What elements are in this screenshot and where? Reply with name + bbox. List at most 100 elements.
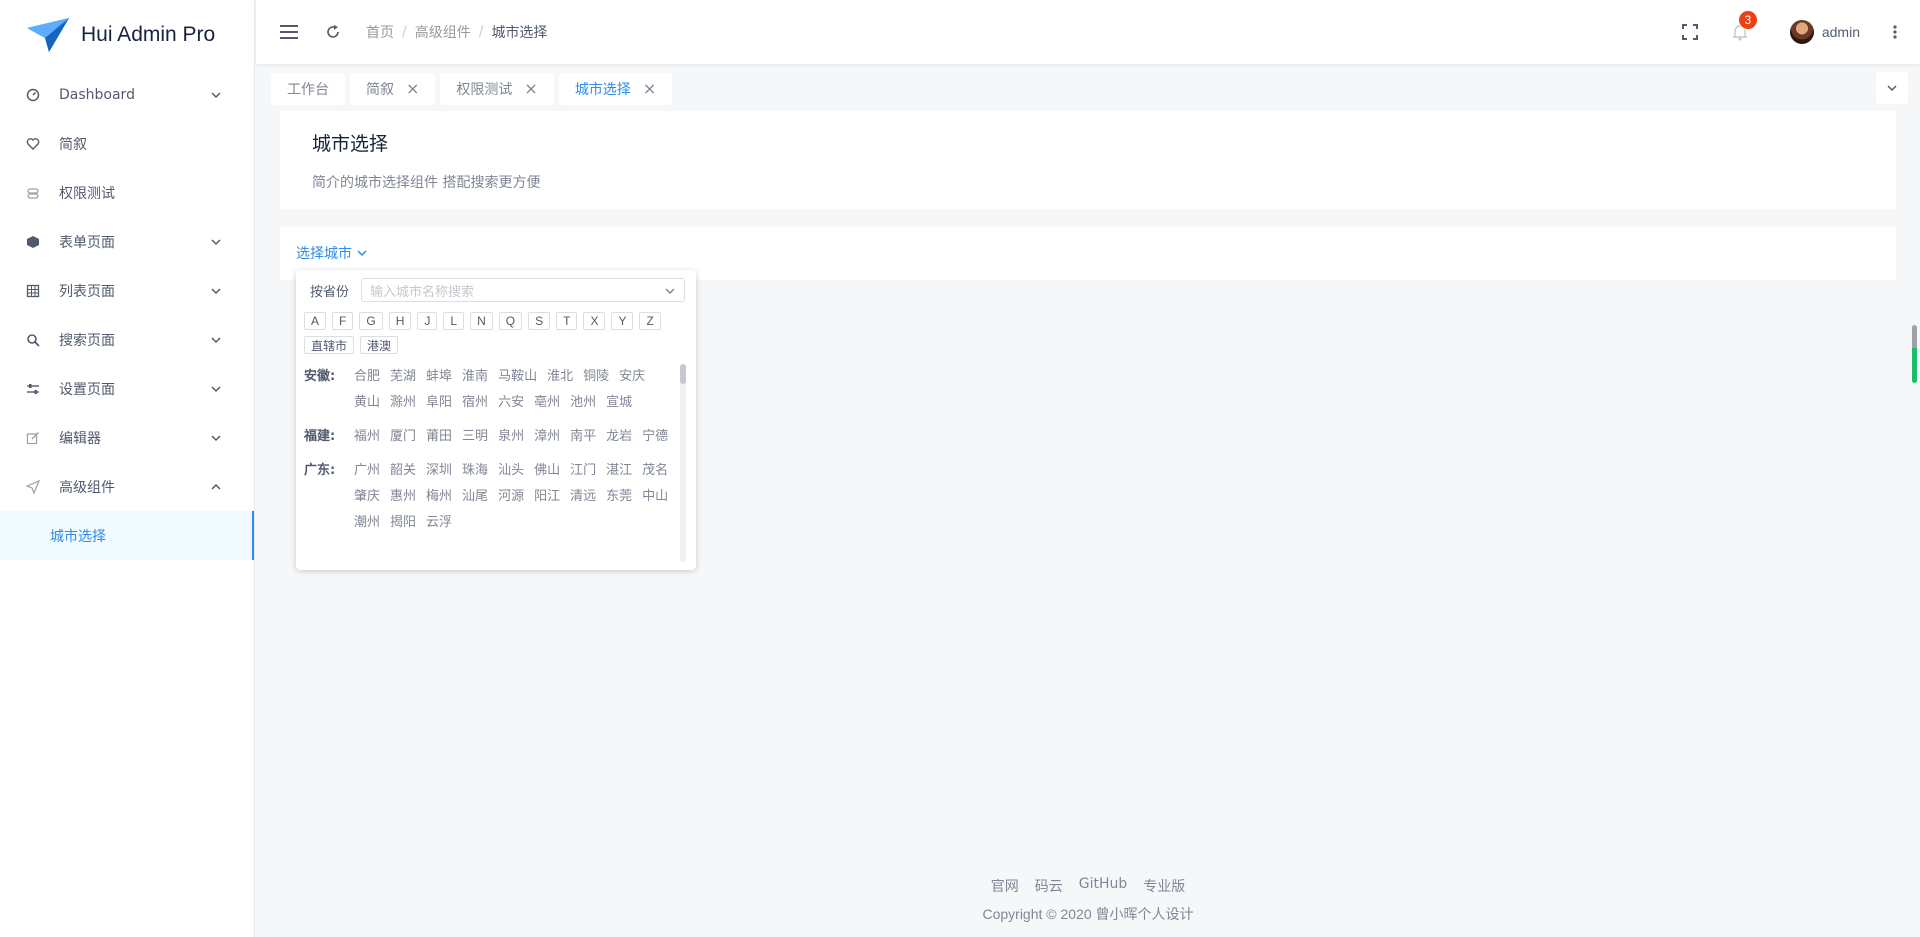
city-select-trigger[interactable]: 选择城市 <box>296 243 368 263</box>
city-option[interactable]: 厦门 <box>390 424 416 450</box>
tab-city-select[interactable]: 城市选择 × <box>558 73 673 105</box>
city-option[interactable]: 东莞 <box>606 484 632 510</box>
city-option[interactable]: 淮南 <box>462 364 488 390</box>
city-option[interactable]: 莆田 <box>426 424 452 450</box>
city-option[interactable]: 合肥 <box>354 364 380 390</box>
city-option[interactable]: 滁州 <box>390 390 416 416</box>
sidebar-item-dashboard[interactable]: Dashboard <box>0 70 254 119</box>
city-option[interactable]: 六安 <box>498 390 524 416</box>
tab-workbench[interactable]: 工作台 <box>271 73 345 105</box>
city-option[interactable]: 清远 <box>570 484 596 510</box>
city-option[interactable]: 池州 <box>570 390 596 416</box>
letter-index-item[interactable]: L <box>443 312 465 330</box>
city-option[interactable]: 阜阳 <box>426 390 452 416</box>
city-option[interactable]: 汕头 <box>498 458 524 484</box>
city-option[interactable]: 宣城 <box>606 390 632 416</box>
city-option[interactable]: 福州 <box>354 424 380 450</box>
city-option[interactable]: 淮北 <box>547 364 573 390</box>
letter-index-item[interactable]: N <box>470 312 493 330</box>
city-option[interactable]: 揭阳 <box>390 510 416 536</box>
city-option[interactable]: 惠州 <box>390 484 416 510</box>
city-option[interactable]: 佛山 <box>534 458 560 484</box>
city-option[interactable]: 铜陵 <box>583 364 609 390</box>
more-vertical-icon[interactable] <box>1880 17 1910 47</box>
city-option[interactable]: 江门 <box>570 458 596 484</box>
close-icon[interactable]: × <box>406 81 419 97</box>
sidebar-item-intro[interactable]: 简叙 <box>0 119 254 168</box>
city-option[interactable]: 梅州 <box>426 484 452 510</box>
city-option[interactable]: 龙岩 <box>606 424 632 450</box>
city-option[interactable]: 广州 <box>354 458 380 484</box>
letter-index-item[interactable]: J <box>417 312 438 330</box>
letter-index-item[interactable]: Q <box>498 312 523 330</box>
close-icon[interactable]: × <box>643 81 656 97</box>
city-option[interactable]: 珠海 <box>462 458 488 484</box>
city-search-input[interactable]: 输入城市名称搜索 <box>361 278 686 302</box>
tab-permission[interactable]: 权限测试 × <box>440 73 554 105</box>
sidebar-item-forms[interactable]: 表单页面 <box>0 217 254 266</box>
city-option[interactable]: 潮州 <box>354 510 380 536</box>
footer-link-official[interactable]: 官网 <box>991 876 1019 896</box>
letter-index-item[interactable]: Y <box>611 312 634 330</box>
menu-toggle-icon[interactable] <box>274 17 304 47</box>
sidebar-subitem-city-select[interactable]: 城市选择 <box>0 511 254 560</box>
letter-index-item[interactable]: H <box>388 312 412 330</box>
dropdown-scrollbar[interactable] <box>680 364 686 562</box>
city-option[interactable]: 亳州 <box>534 390 560 416</box>
letter-index-item[interactable]: T <box>556 312 578 330</box>
city-option[interactable]: 泉州 <box>498 424 524 450</box>
page-scrollbar[interactable] <box>1912 325 1917 383</box>
city-option[interactable]: 南平 <box>570 424 596 450</box>
notification-bell-icon[interactable]: 3 <box>1720 10 1760 52</box>
breadcrumb-home[interactable]: 首页 <box>366 22 394 42</box>
letter-index-item[interactable]: F <box>332 312 354 330</box>
city-option[interactable]: 宁德 <box>642 424 668 450</box>
fullscreen-icon[interactable] <box>1670 12 1710 52</box>
city-option[interactable]: 三明 <box>462 424 488 450</box>
city-option[interactable]: 蚌埠 <box>426 364 452 390</box>
footer-link-github[interactable]: GitHub <box>1079 876 1128 896</box>
city-option[interactable]: 中山 <box>642 484 668 510</box>
province-mode-toggle[interactable]: 按省份 <box>310 281 349 300</box>
city-option[interactable]: 黄山 <box>354 390 380 416</box>
city-list: 合肥 芜湖 蚌埠 淮南 马鞍山 淮北 铜陵 安庆黄山 滁州 阜阳 宿州 六安 亳州 池州 宣城 <box>354 364 682 416</box>
app-logo[interactable]: Hui Admin Pro <box>0 0 254 70</box>
city-option[interactable]: 深圳 <box>426 458 452 484</box>
city-option[interactable]: 云浮 <box>426 510 452 536</box>
sidebar-item-settings[interactable]: 设置页面 <box>0 364 254 413</box>
sidebar-item-lists[interactable]: 列表页面 <box>0 266 254 315</box>
breadcrumb-advanced[interactable]: 高级组件 <box>415 22 471 42</box>
tabs-dropdown-button[interactable] <box>1876 72 1908 104</box>
tab-intro[interactable]: 简叙 × <box>350 73 436 105</box>
sidebar-item-permission[interactable]: 权限测试 <box>0 168 254 217</box>
letter-index-item[interactable]: G <box>359 312 383 330</box>
city-option[interactable]: 宿州 <box>462 390 488 416</box>
letter-index-item[interactable]: S <box>528 312 551 330</box>
letter-index-item[interactable]: Z <box>639 312 661 330</box>
scrollbar-thumb[interactable] <box>680 364 686 384</box>
city-option[interactable]: 茂名 <box>642 458 668 484</box>
footer-link-gitee[interactable]: 码云 <box>1035 876 1063 896</box>
letter-index-item[interactable]: X <box>583 312 606 330</box>
city-option[interactable]: 韶关 <box>390 458 416 484</box>
letter-index-item[interactable]: A <box>304 312 327 330</box>
sidebar-item-advanced[interactable]: 高级组件 <box>0 462 254 511</box>
city-option[interactable]: 安庆 <box>619 364 645 390</box>
letter-index-item[interactable]: 港澳 <box>360 336 399 354</box>
city-option[interactable]: 肇庆 <box>354 484 380 510</box>
city-option[interactable]: 阳江 <box>534 484 560 510</box>
sidebar-item-editor[interactable]: 编辑器 <box>0 413 254 462</box>
city-option[interactable]: 马鞍山 <box>498 364 537 390</box>
letter-index-item[interactable]: 直辖市 <box>304 336 355 354</box>
refresh-icon[interactable] <box>320 19 346 45</box>
city-option[interactable]: 河源 <box>498 484 524 510</box>
sidebar-item-search[interactable]: 搜索页面 <box>0 315 254 364</box>
city-option[interactable]: 湛江 <box>606 458 632 484</box>
city-option[interactable]: 汕尾 <box>462 484 488 510</box>
user-menu[interactable]: admin <box>1789 20 1860 44</box>
footer-link-pro[interactable]: 专业版 <box>1143 876 1185 896</box>
close-icon[interactable]: × <box>524 81 537 97</box>
city-option[interactable]: 漳州 <box>534 424 560 450</box>
heart-icon <box>25 136 41 152</box>
city-option[interactable]: 芜湖 <box>390 364 416 390</box>
